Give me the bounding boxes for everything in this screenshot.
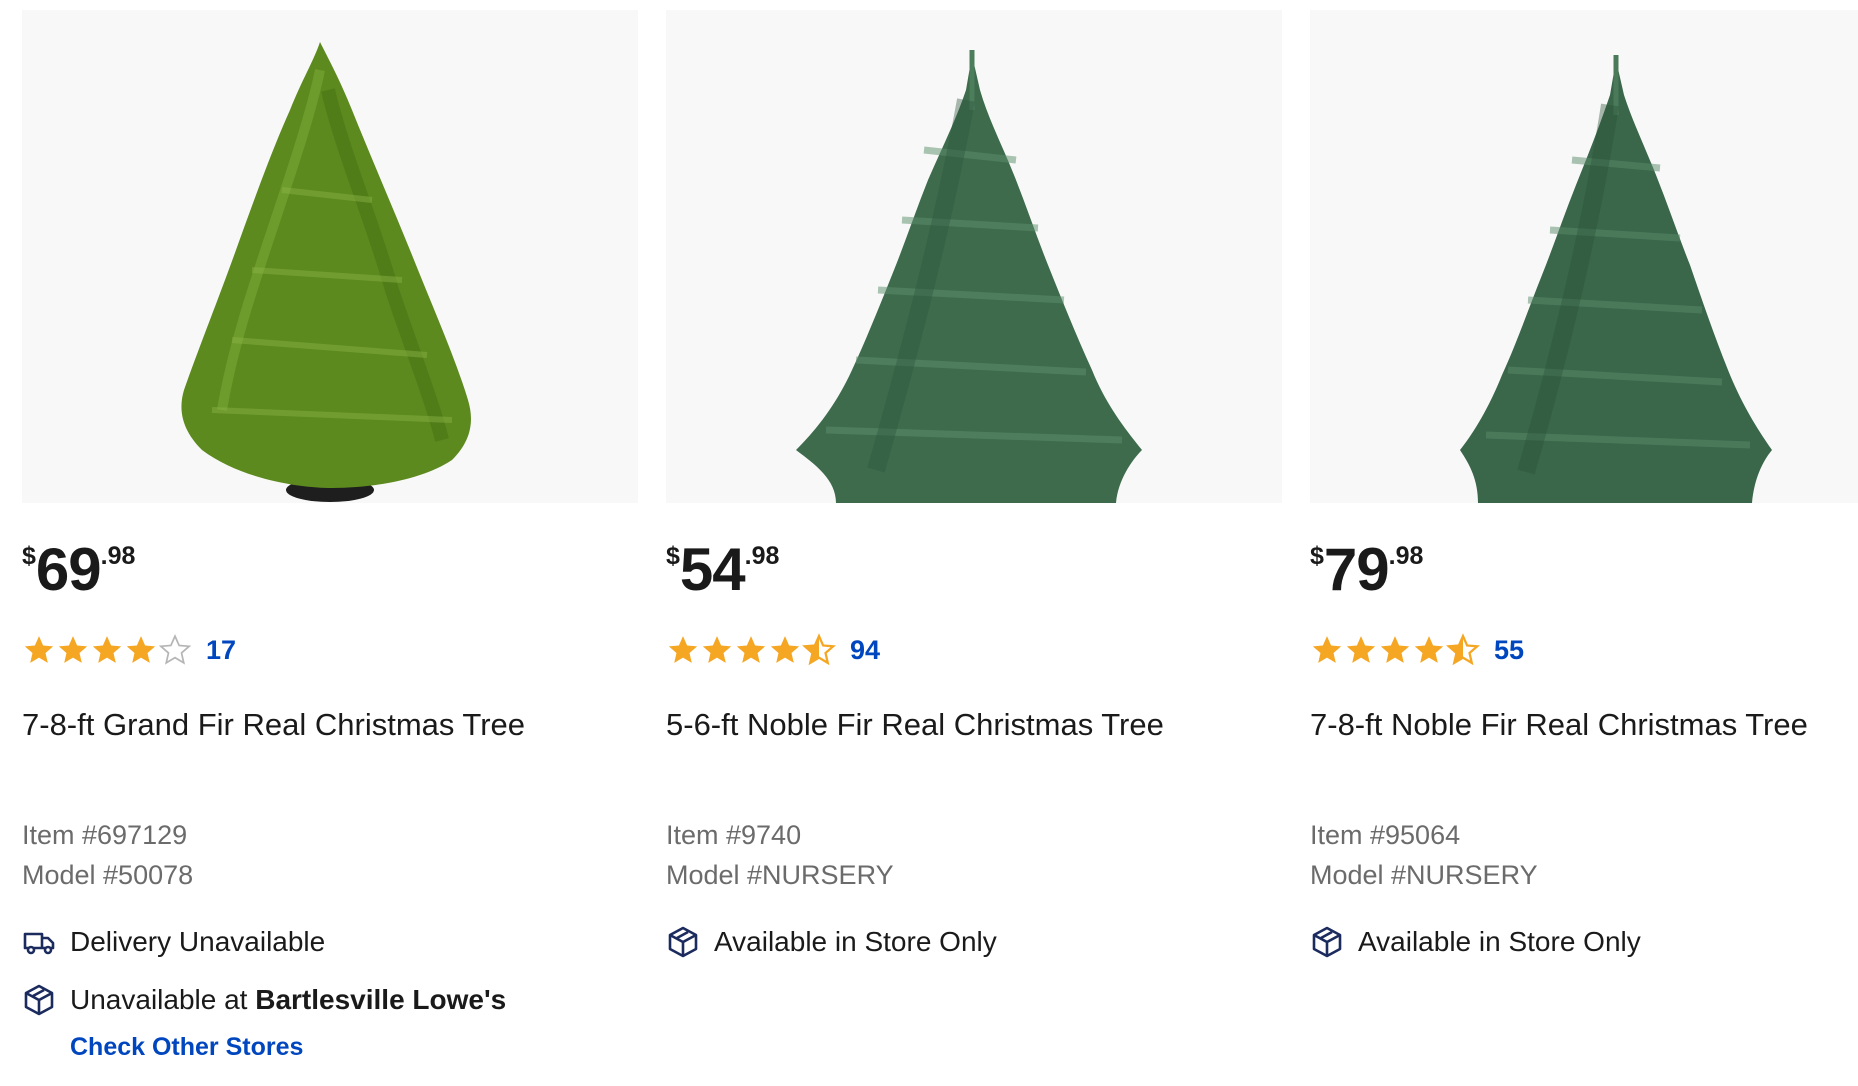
star-full-icon <box>124 633 158 667</box>
price: $79.98 <box>1310 540 1423 600</box>
item-number: Item #9740 <box>666 820 802 850</box>
product-card: $69.98 17 7-8-ft Grand Fir Real Christma… <box>22 10 638 1061</box>
product-title[interactable]: 7-8-ft Noble Fir Real Christmas Tree <box>1310 707 1808 743</box>
item-number: Item #95064 <box>1310 820 1461 850</box>
delivery-status: Delivery Unavailable <box>22 925 325 959</box>
item-number: Item #697129 <box>22 820 188 850</box>
price-dollars: 54 <box>679 536 746 603</box>
price-cents: .98 <box>744 542 780 570</box>
store-box-icon <box>1312 926 1342 958</box>
star-full-icon <box>1412 633 1446 667</box>
star-full-icon <box>1310 633 1344 667</box>
star-full-icon <box>90 633 124 667</box>
rating[interactable]: 94 <box>666 633 880 667</box>
price-dollars: 69 <box>35 536 102 603</box>
star-full-icon <box>768 633 802 667</box>
store-text: Available in Store Only <box>714 926 997 957</box>
store-status: Available in Store Only <box>1310 925 1641 959</box>
price: $54.98 <box>666 540 779 600</box>
model-number: Model #NURSERY <box>1310 860 1538 890</box>
price-cents: .98 <box>100 542 136 570</box>
price-currency: $ <box>666 542 680 570</box>
star-full-icon <box>734 633 768 667</box>
product-card: $79.98 55 7-8-ft Noble Fir Real Christma… <box>1310 10 1858 958</box>
star-rating <box>666 633 836 667</box>
review-count[interactable]: 17 <box>206 635 236 666</box>
product-image[interactable] <box>1310 10 1858 503</box>
star-full-icon <box>22 633 56 667</box>
delivery-text: Delivery Unavailable <box>70 926 326 957</box>
star-full-icon <box>56 633 90 667</box>
product-title[interactable]: 7-8-ft Grand Fir Real Christmas Tree <box>22 707 525 743</box>
star-half-icon <box>802 633 836 666</box>
store-status: Available in Store Only <box>666 925 997 959</box>
price-cents: .98 <box>1388 542 1424 570</box>
star-full-icon <box>1344 633 1378 667</box>
model-number: Model #NURSERY <box>666 860 894 890</box>
store-text: Unavailable at <box>70 984 248 1015</box>
store-box-icon <box>668 926 698 958</box>
product-title[interactable]: 5-6-ft Noble Fir Real Christmas Tree <box>666 707 1164 743</box>
store-box-icon <box>24 984 54 1016</box>
star-empty-icon <box>158 633 192 667</box>
star-rating <box>1310 633 1480 667</box>
price: $69.98 <box>22 540 135 600</box>
store-text: Available in Store Only <box>1358 926 1641 957</box>
product-image[interactable] <box>666 10 1282 503</box>
star-full-icon <box>700 633 734 667</box>
rating[interactable]: 55 <box>1310 633 1524 667</box>
rating[interactable]: 17 <box>22 633 236 667</box>
price-currency: $ <box>1310 542 1324 570</box>
check-other-stores-link[interactable]: Check Other Stores <box>70 1033 303 1062</box>
review-count[interactable]: 94 <box>850 635 880 666</box>
product-image[interactable] <box>22 10 638 503</box>
star-full-icon <box>1378 633 1412 667</box>
store-status: Unavailable at Bartlesville Lowe's <box>22 983 506 1017</box>
product-card: $54.98 94 5-6-ft Noble Fir Real Christma… <box>666 10 1282 958</box>
price-currency: $ <box>22 542 36 570</box>
price-dollars: 79 <box>1323 536 1390 603</box>
star-rating <box>22 633 192 667</box>
truck-icon <box>23 932 55 955</box>
model-number: Model #50078 <box>22 860 194 890</box>
review-count[interactable]: 55 <box>1494 635 1524 666</box>
product-grid: $69.98 17 7-8-ft Grand Fir Real Christma… <box>0 0 1858 1086</box>
store-name: Bartlesville Lowe's <box>255 984 507 1015</box>
star-full-icon <box>666 633 700 667</box>
star-half-icon <box>1446 633 1480 666</box>
